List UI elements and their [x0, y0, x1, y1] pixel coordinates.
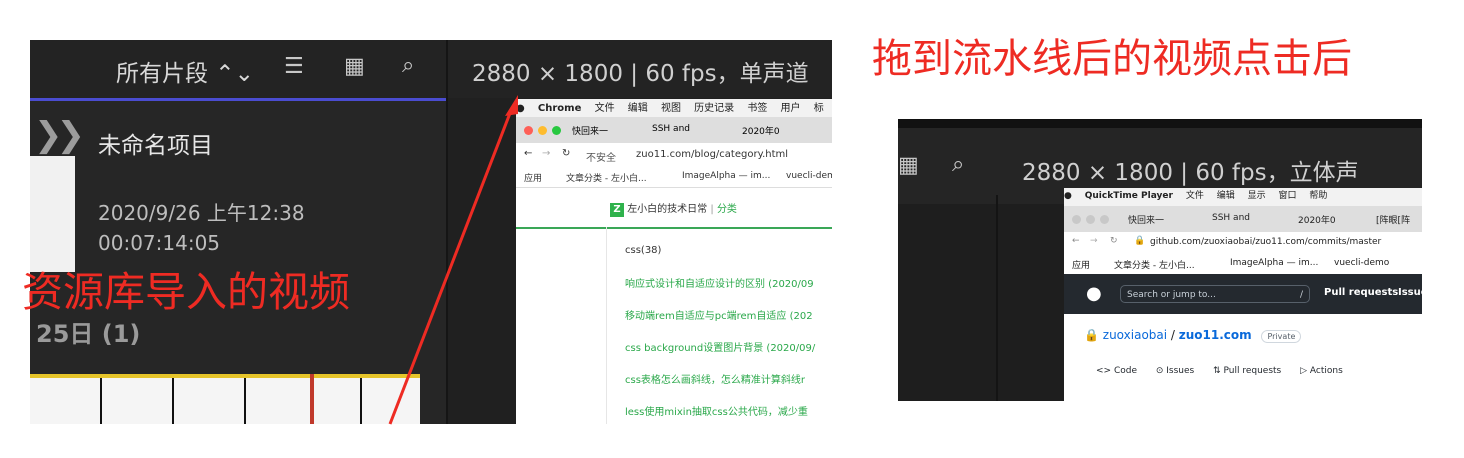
annotation-right: 拖到流水线后的视频点击后 — [872, 36, 1352, 82]
arrow-shaft — [388, 107, 514, 425]
annotation-left: 资源库导入的视频 — [22, 268, 350, 316]
arrow-head — [505, 95, 518, 116]
